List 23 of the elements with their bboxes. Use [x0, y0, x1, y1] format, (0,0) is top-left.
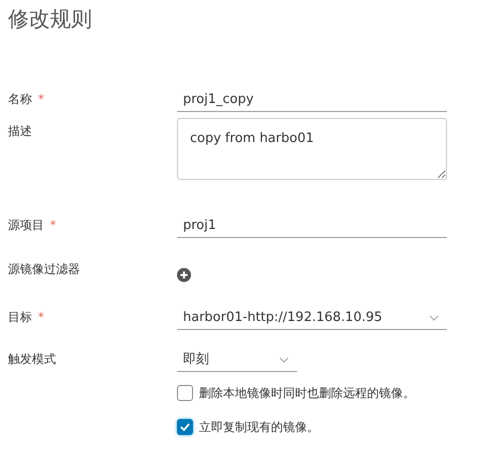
required-mark: * [50, 217, 56, 234]
checkbox-label: 立即复制现有的镜像。 [199, 419, 319, 436]
checkbox[interactable] [177, 385, 193, 401]
chevron-down-icon [429, 314, 439, 320]
checkmark-icon [180, 423, 190, 431]
select-field[interactable]: 即刻 [177, 348, 297, 372]
field-label: 目标 [8, 309, 32, 326]
required-mark: * [38, 309, 44, 326]
text-field[interactable]: proj1 [177, 214, 447, 238]
chevron-down-icon [279, 356, 289, 362]
field-label: 名称 [8, 91, 32, 108]
field-label: 触发模式 [8, 351, 56, 368]
field-label: 描述 [8, 123, 32, 140]
text-field[interactable]: proj1_copy [177, 88, 447, 112]
field-label: 源项目 [8, 217, 44, 234]
checkbox[interactable] [177, 419, 193, 435]
field-label: 源镜像过滤器 [8, 261, 80, 278]
required-mark: * [38, 91, 44, 108]
checkbox-label: 删除本地镜像时同时也删除远程的镜像。 [199, 385, 415, 402]
description-field[interactable]: copy from harbo01 [177, 118, 447, 180]
page-title: 修改规则 [8, 6, 93, 33]
select-field[interactable]: harbor01-http://192.168.10.95 [177, 306, 447, 330]
add-icon[interactable] [177, 268, 191, 282]
